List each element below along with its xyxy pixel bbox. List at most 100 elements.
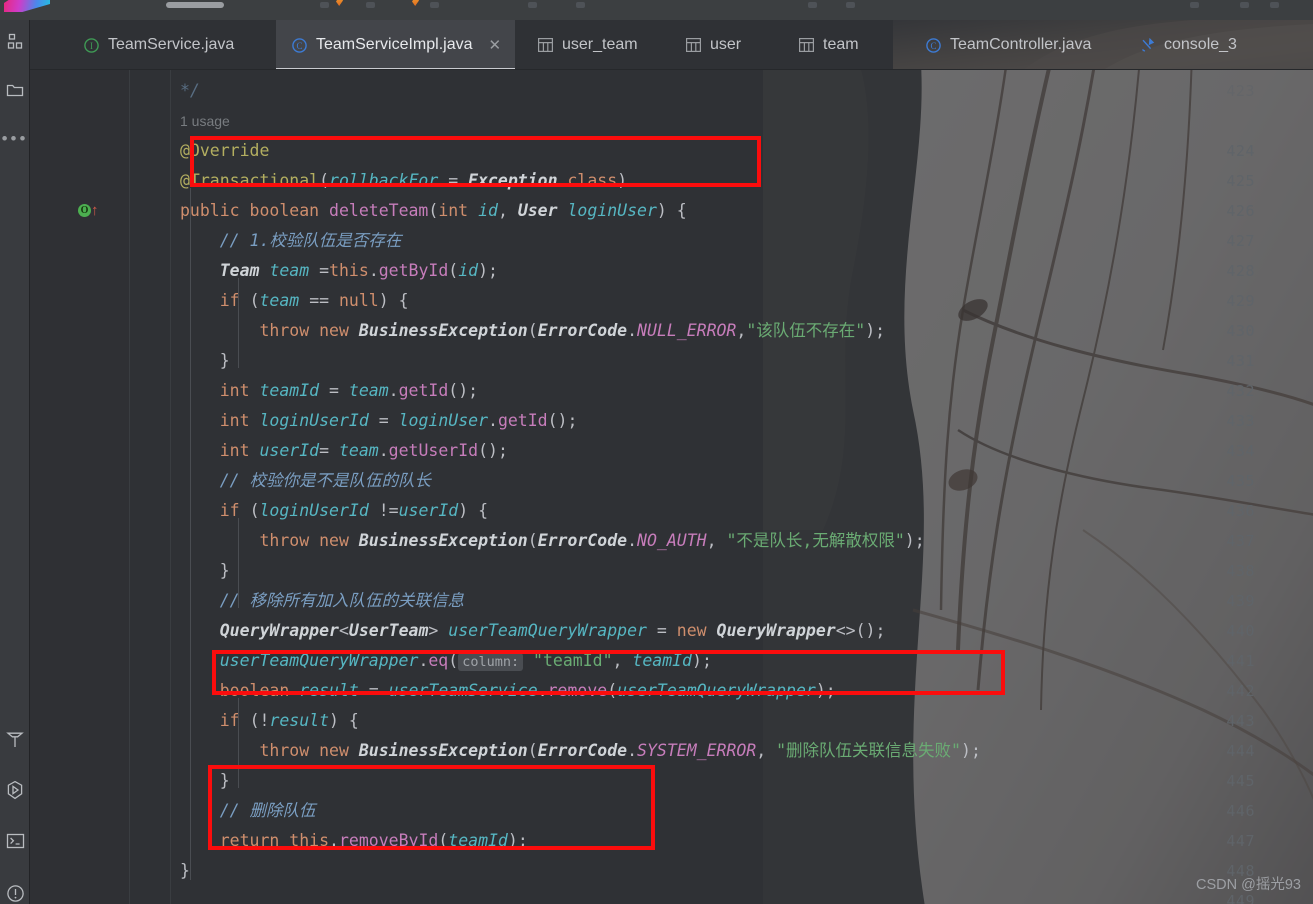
code-token: ) (329, 711, 339, 730)
code-line[interactable]: userTeamQueryWrapper.eq(column: "teamId"… (180, 646, 712, 676)
code-line[interactable] (180, 886, 190, 904)
code-token: QueryWrapper (219, 621, 339, 640)
toolbar-debug-icon[interactable] (412, 0, 419, 6)
code-line[interactable]: boolean result = userTeamService.remove(… (180, 676, 836, 706)
code-line[interactable]: throw new BusinessException(ErrorCode.NO… (180, 526, 925, 556)
code-line[interactable]: 1 usage (180, 106, 230, 136)
code-token: Team (219, 261, 260, 280)
code-token: result (269, 711, 330, 730)
code-token: boolean (219, 681, 290, 700)
structure-icon[interactable] (0, 26, 30, 56)
code-line[interactable]: if (team == null) { (180, 286, 409, 316)
code-line[interactable]: } (180, 346, 230, 376)
code-line[interactable]: Team team =this.getById(id); (180, 256, 498, 286)
indent-guide-2 (238, 278, 239, 368)
toolbar-navbar-chip[interactable] (166, 2, 224, 8)
run-icon[interactable] (0, 775, 30, 805)
close-icon[interactable]: ✕ (489, 38, 502, 53)
code-editor[interactable]: 423 424 425 426 O ↑ 427 428 429 430 431 432 433 434 43… (30, 70, 1313, 904)
more-icon[interactable]: ••• (0, 124, 30, 154)
code-token: } (180, 861, 190, 880)
code-line[interactable]: } (180, 856, 190, 886)
code-line[interactable]: int userId= team.getUserId(); (180, 436, 508, 466)
code-token: ) (656, 201, 667, 220)
terminal-icon[interactable] (0, 826, 30, 856)
code-token: boolean (249, 201, 320, 220)
editor-tab-console-3[interactable]: console_3 (1124, 20, 1251, 69)
code-token: loginUserId (259, 501, 369, 520)
toolbar-dot-8[interactable] (1190, 2, 1199, 8)
code-line[interactable]: public boolean deleteTeam(int id, User l… (180, 196, 687, 226)
indent-guide-1 (190, 188, 191, 880)
toolbar-dot-5[interactable] (576, 2, 585, 8)
toolbar-dot-2[interactable] (366, 2, 375, 8)
editor-tab-user[interactable]: user (670, 20, 755, 69)
editor-tab-teamserviceimpl-java[interactable]: C TeamServiceImpl.java ✕ (276, 20, 516, 69)
code-token: } (219, 351, 230, 370)
usage-inlay-hint[interactable]: 1 usage (180, 113, 230, 129)
code-token: new (676, 621, 707, 640)
code-line[interactable]: throw new BusinessException(ErrorCode.NU… (180, 316, 886, 346)
code-line[interactable]: @Transactional(rollbackFor = Exception.c… (180, 166, 627, 196)
code-line[interactable]: int loginUserId = loginUser.getId(); (180, 406, 578, 436)
toolbar-dot-9[interactable] (1240, 2, 1249, 8)
editor-tab-team[interactable]: team (783, 20, 873, 69)
editor-tab-teamcontroller-java[interactable]: C TeamController.java (910, 20, 1105, 69)
toolbar-dot-6[interactable] (808, 2, 817, 8)
code-line[interactable]: @Override (180, 136, 269, 166)
code-token: int (219, 411, 250, 430)
problems-icon[interactable] (0, 878, 30, 904)
code-token: throw (259, 531, 310, 550)
code-token: if (219, 501, 240, 520)
code-line[interactable]: if (!result) { (180, 706, 359, 736)
code-line[interactable]: */ (180, 76, 200, 106)
folder-icon[interactable] (0, 75, 30, 105)
editor-tab-user-team[interactable]: user_team (522, 20, 652, 69)
build-icon[interactable] (0, 724, 30, 754)
code-line[interactable]: // 校验你是不是队伍的队长 (180, 466, 431, 496)
toolbar-dot-7[interactable] (846, 2, 855, 8)
toolbar-run-icon[interactable] (336, 0, 343, 6)
code-token: throw (259, 741, 310, 760)
editor-gutter[interactable] (30, 70, 130, 904)
code-line[interactable]: return this.removeById(teamId); (180, 826, 528, 856)
code-line[interactable]: throw new BusinessException(ErrorCode.SY… (180, 736, 981, 766)
code-line[interactable]: // 移除所有加入队伍的关联信息 (180, 586, 464, 616)
editor-tab-label: TeamServiceImpl.java (316, 36, 473, 53)
code-line[interactable]: } (180, 766, 230, 796)
code-token: ; (970, 741, 981, 760)
code-line[interactable]: int teamId = team.getId(); (180, 376, 478, 406)
toolbar-dot-4[interactable] (528, 2, 537, 8)
override-marker-icon[interactable]: O ↑ (78, 203, 99, 218)
code-content[interactable]: */ 1 usage @Override @Transactional(rollbac… (180, 70, 1313, 904)
code-line[interactable]: if (loginUserId !=userId) { (180, 496, 488, 526)
editor-tab-teamservice-java[interactable]: I TeamService.java (68, 20, 248, 69)
toolbar-dot-10[interactable] (1270, 2, 1279, 8)
toolbar-dot-3[interactable] (430, 2, 439, 8)
code-token: userTeamService (388, 681, 538, 700)
main-toolbar (0, 0, 1313, 20)
code-line[interactable]: // 删除队伍 (180, 796, 316, 826)
code-line[interactable]: // 1.校验队伍是否存在 (180, 226, 402, 256)
code-line[interactable]: QueryWrapper<UserTeam> userTeamQueryWrap… (180, 616, 886, 646)
code-line[interactable]: } (180, 556, 230, 586)
code-token: . (388, 381, 399, 400)
toolbar-dot-1[interactable] (320, 2, 329, 8)
code-token: ( (428, 201, 439, 220)
